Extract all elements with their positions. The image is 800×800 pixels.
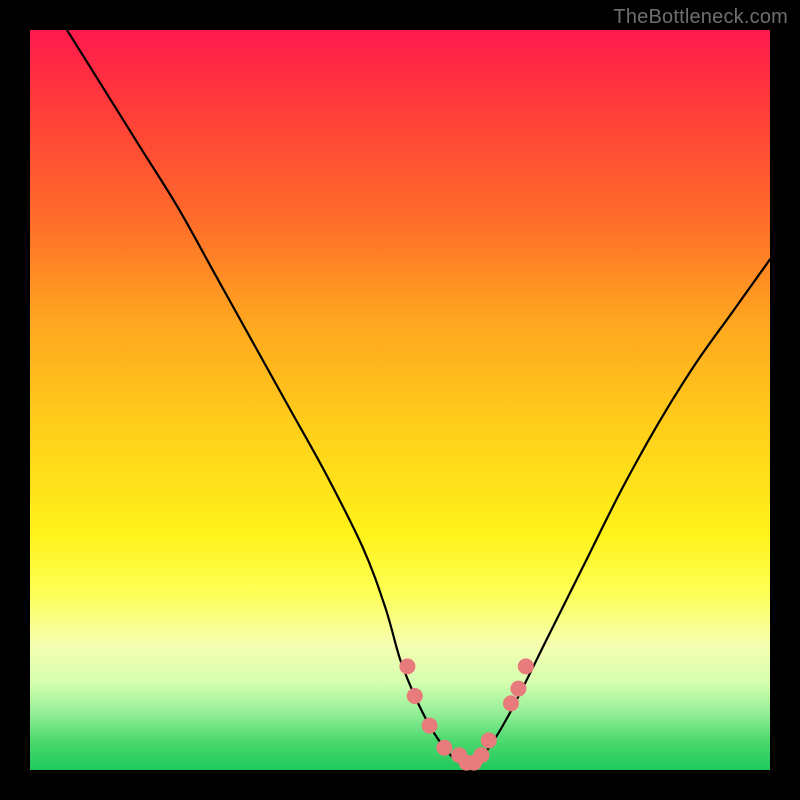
chart-svg xyxy=(30,30,770,770)
attribution-text: TheBottleneck.com xyxy=(613,6,788,29)
curve-marker xyxy=(503,695,519,711)
curve-marker xyxy=(422,718,438,734)
curve-marker xyxy=(473,747,489,763)
curve-marker xyxy=(518,658,534,674)
curve-marker xyxy=(481,732,497,748)
curve-marker xyxy=(407,688,423,704)
bottleneck-curve xyxy=(67,30,770,764)
curve-marker xyxy=(510,681,526,697)
curve-marker xyxy=(399,658,415,674)
marker-group xyxy=(399,658,533,770)
curve-marker xyxy=(436,740,452,756)
plot-area xyxy=(30,30,770,770)
chart-frame: TheBottleneck.com xyxy=(0,0,800,800)
